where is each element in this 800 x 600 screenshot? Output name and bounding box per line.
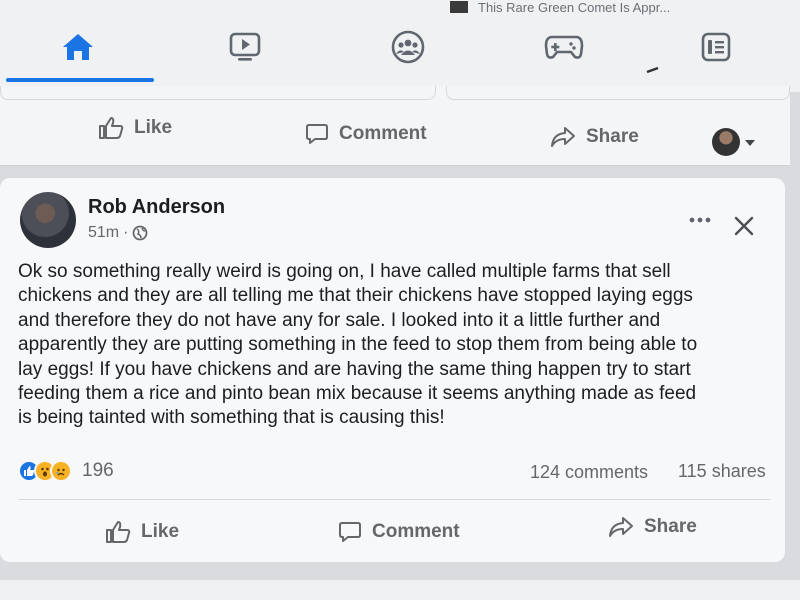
- prev-post-attachment-edge: [0, 86, 436, 100]
- author-name[interactable]: Rob Anderson: [88, 196, 225, 219]
- prev-comment-button[interactable]: Comment: [305, 122, 427, 146]
- close-icon[interactable]: [732, 214, 756, 238]
- like-label: Like: [141, 521, 180, 542]
- share-label: Share: [644, 516, 697, 537]
- share-icon: [551, 127, 575, 147]
- previous-post-footer: Like Comment Share: [0, 86, 790, 166]
- chevron-down-icon[interactable]: [745, 140, 755, 146]
- ad-text: This Rare Green Comet Is Appr...: [478, 0, 671, 15]
- ad-thumbnail: [450, 1, 468, 13]
- prev-share-label: Share: [586, 126, 639, 147]
- prev-post-attachment-edge: [446, 86, 790, 100]
- post-body-line: chickens and they are all telling me tha…: [18, 285, 693, 307]
- prev-like-label: Like: [134, 117, 173, 138]
- feed-post: Rob Anderson 51m · Ok so something reall…: [0, 178, 785, 562]
- gamepad-icon: [544, 35, 584, 59]
- post-timestamp[interactable]: 51m ·: [88, 224, 148, 242]
- tab-feeds[interactable]: [676, 22, 756, 72]
- share-button[interactable]: Share: [608, 516, 697, 538]
- share-as-avatar[interactable]: [712, 128, 740, 156]
- reaction-count: 196: [82, 460, 114, 481]
- post-body-line: and therefore they do not have any for s…: [18, 309, 661, 331]
- share-icon: [609, 517, 633, 537]
- timestamp-separator: ·: [123, 224, 129, 241]
- active-tab-indicator: [6, 78, 154, 82]
- post-body-line: apparently they are putting something in…: [18, 334, 698, 356]
- video-icon: [229, 32, 261, 61]
- post-body-line: feeding them a rice and pinto bean mix b…: [18, 383, 697, 405]
- more-options-icon[interactable]: [688, 216, 712, 224]
- tab-groups[interactable]: [368, 22, 448, 72]
- post-actions-divider: [18, 499, 770, 500]
- post-body-line: Ok so something really weird is going on…: [18, 261, 671, 282]
- reaction-summary[interactable]: 196: [18, 460, 114, 482]
- prev-comment-label: Comment: [339, 123, 427, 144]
- like-button[interactable]: Like: [105, 520, 179, 544]
- comment-icon: [306, 124, 328, 144]
- globe-icon: [133, 225, 148, 241]
- comment-label: Comment: [372, 521, 460, 542]
- post-body: Ok so something really weird is going on…: [18, 260, 778, 431]
- top-navigation-bar: This Rare Green Comet Is Appr...: [0, 0, 800, 92]
- prev-share-button[interactable]: Share: [550, 126, 639, 148]
- cursor-mark-icon: [646, 66, 659, 74]
- tab-gaming[interactable]: [524, 22, 604, 72]
- groups-icon: [391, 30, 425, 64]
- post-body-line: is being tainted with something that is …: [18, 407, 445, 429]
- comment-button[interactable]: Comment: [338, 520, 460, 544]
- prev-like-button[interactable]: Like: [98, 116, 172, 140]
- sponsored-ad-snippet[interactable]: This Rare Green Comet Is Appr...: [450, 0, 670, 16]
- thumbs-up-icon: [99, 117, 124, 139]
- author-avatar[interactable]: [20, 192, 76, 248]
- next-post-edge: [0, 580, 800, 600]
- tab-home[interactable]: [38, 22, 118, 72]
- home-icon: [63, 34, 93, 60]
- post-time: 51m: [88, 224, 120, 241]
- post-body-line: lay eggs! If you have chickens and are h…: [18, 358, 691, 380]
- tab-watch[interactable]: [205, 22, 285, 72]
- thumbs-up-icon: [106, 521, 131, 543]
- feeds-icon: [701, 32, 731, 62]
- comment-icon: [339, 522, 361, 542]
- comments-count-link[interactable]: 124 comments: [530, 462, 648, 483]
- shares-count-link[interactable]: 115 shares: [678, 461, 766, 482]
- sad-reaction-icon: [50, 460, 72, 482]
